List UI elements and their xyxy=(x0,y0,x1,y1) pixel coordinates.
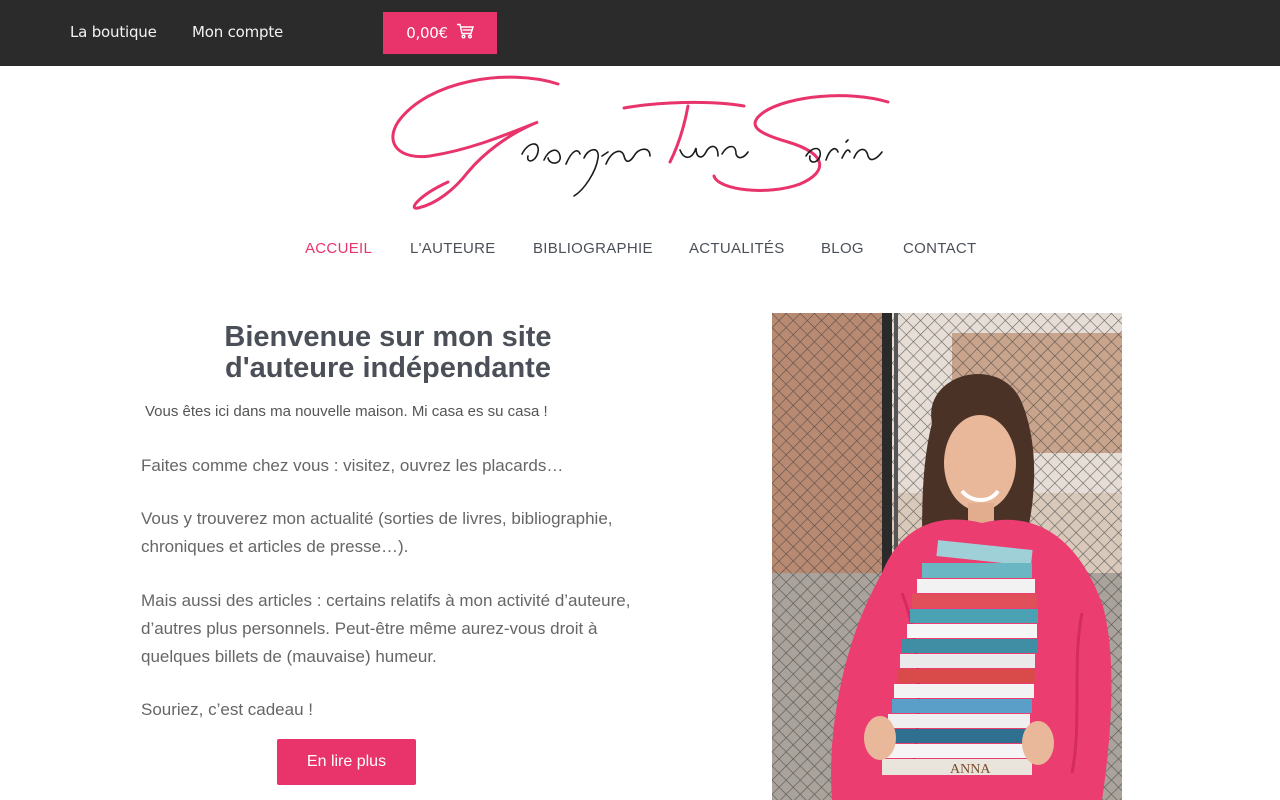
shopping-cart-icon xyxy=(456,23,474,43)
main-navigation: ACCUEIL L'AUTEURE BIBLIOGRAPHIE ACTUALIT… xyxy=(0,240,1280,262)
nav-auteure[interactable]: L'AUTEURE xyxy=(410,240,496,257)
author-photo: ANNA xyxy=(772,313,1122,800)
nav-accueil[interactable]: ACCUEIL xyxy=(305,240,372,257)
site-logo[interactable] xyxy=(388,72,894,218)
nav-contact[interactable]: CONTACT xyxy=(903,240,976,257)
paragraph-news: Vous y trouverez mon actualité (sorties … xyxy=(141,509,613,556)
paragraph-smile: Souriez, c’est cadeau ! xyxy=(141,700,313,719)
paragraph-visit: Faites comme chez vous : visitez, ouvrez… xyxy=(141,456,564,475)
page-title: Bienvenue sur mon site d'auteure indépen… xyxy=(141,322,635,384)
book-spine-label: ANNA xyxy=(950,762,991,777)
paragraph-articles: Mais aussi des articles : certains relat… xyxy=(141,591,631,666)
account-link[interactable]: Mon compte xyxy=(192,23,283,41)
intro-text: Vous êtes ici dans ma nouvelle maison. M… xyxy=(145,403,548,420)
nav-bibliographie[interactable]: BIBLIOGRAPHIE xyxy=(533,240,653,257)
title-line-1: Bienvenue sur mon site xyxy=(224,321,552,353)
cart-total: 0,00€ xyxy=(406,24,448,42)
shop-link[interactable]: La boutique xyxy=(70,23,157,41)
nav-actualites[interactable]: ACTUALITÉS xyxy=(689,240,785,257)
top-bar: La boutique Mon compte 0,00€ xyxy=(0,0,1280,66)
nav-blog[interactable]: BLOG xyxy=(821,240,864,257)
title-line-2: d'auteure indépendante xyxy=(225,352,551,384)
read-more-button[interactable]: En lire plus xyxy=(277,739,416,785)
cart-button[interactable]: 0,00€ xyxy=(383,12,497,54)
